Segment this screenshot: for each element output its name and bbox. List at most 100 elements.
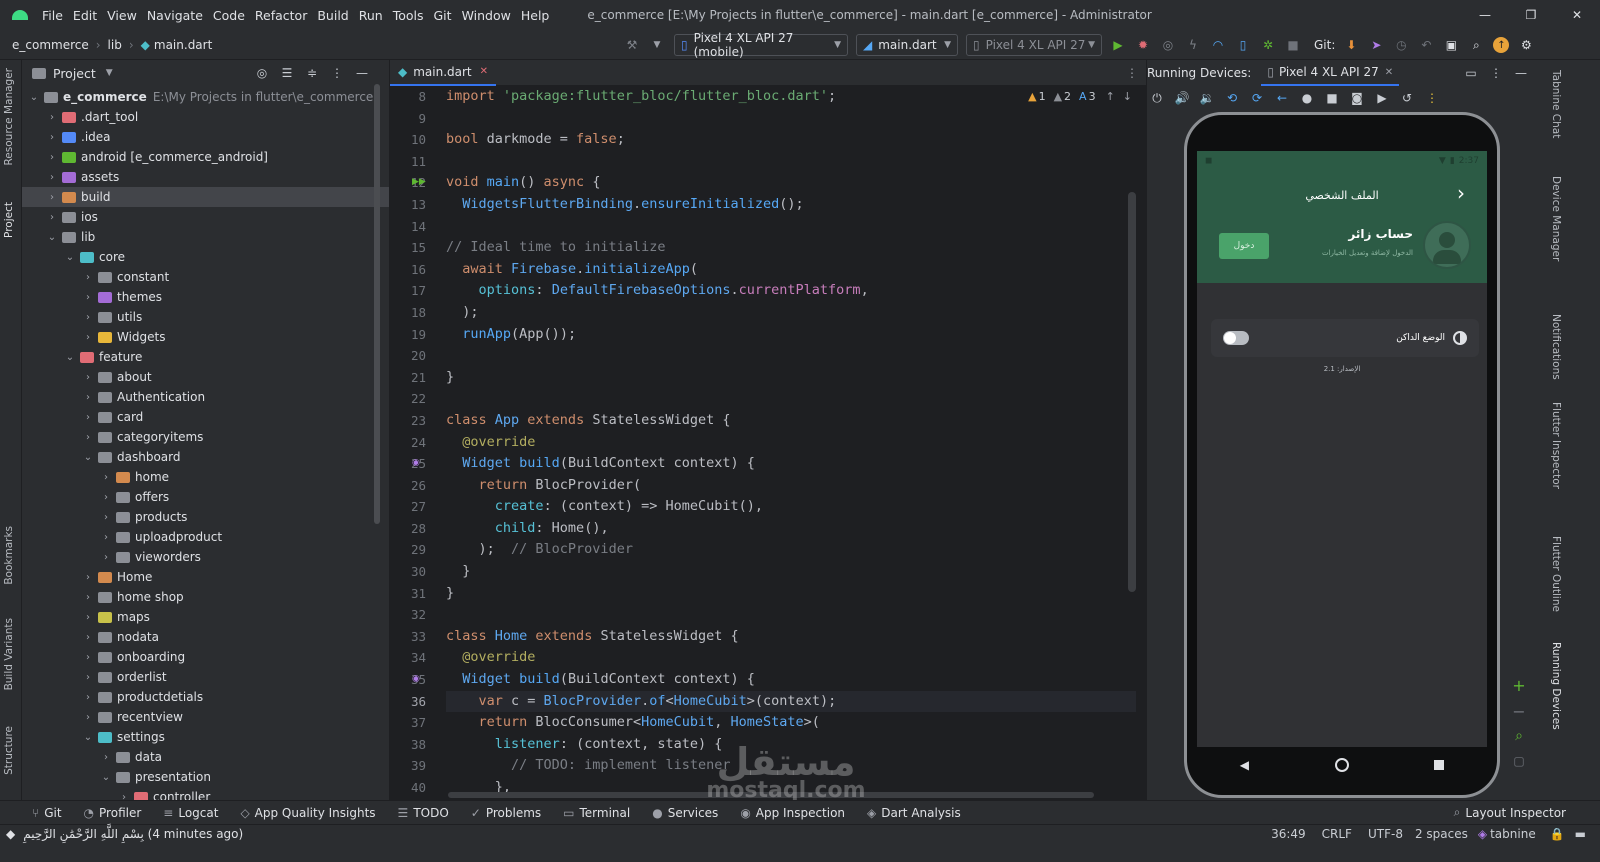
collapse-all-icon[interactable]: ≑ xyxy=(304,65,320,81)
code-line[interactable]: return BlocConsumer<HomeCubit, HomeState… xyxy=(446,712,1136,734)
dropdown-icon[interactable]: ▼ xyxy=(649,37,665,53)
expand-all-icon[interactable]: ☰ xyxy=(279,65,295,81)
device-selector[interactable]: ▯ Pixel 4 XL API 27 (mobile) ▼ xyxy=(674,31,848,59)
zoom-fit-icon[interactable]: ▢ xyxy=(1505,754,1533,780)
line-number[interactable]: 8 xyxy=(390,86,442,108)
tree-item[interactable]: › productdetials xyxy=(22,687,389,707)
line-separator[interactable]: CRLF xyxy=(1322,827,1352,841)
code-line[interactable]: listener: (context, state) { xyxy=(446,734,1136,756)
device-selector-secondary[interactable]: ▯ Pixel 4 XL API 27 ▼ xyxy=(966,34,1102,56)
rotate-left-icon[interactable]: ⟲ xyxy=(1224,90,1240,106)
tree-item[interactable]: › home shop xyxy=(22,587,389,607)
search-icon[interactable]: ⌕ xyxy=(1468,37,1484,53)
tree-item[interactable]: › onboarding xyxy=(22,647,389,667)
chevron-right-icon[interactable]: › xyxy=(100,512,112,523)
chevron-right-icon[interactable]: › xyxy=(82,332,94,343)
tree-item[interactable]: › Authentication xyxy=(22,387,389,407)
avatar[interactable] xyxy=(1423,221,1471,269)
tree-item[interactable]: › home xyxy=(22,467,389,487)
tree-item[interactable]: › android [e_commerce_android] xyxy=(22,147,389,167)
tree-item[interactable]: › orderlist xyxy=(22,667,389,687)
chevron-down-icon[interactable]: ⌄ xyxy=(28,92,40,103)
chevron-right-icon[interactable]: › xyxy=(1457,181,1465,205)
tree-item[interactable]: ⌄ dashboard xyxy=(22,447,389,467)
android-back-icon[interactable]: ◀ xyxy=(1240,758,1249,772)
code-area[interactable]: import 'package:flutter_bloc/flutter_blo… xyxy=(446,86,1136,795)
line-number[interactable]: 22 xyxy=(390,388,442,410)
login-button[interactable]: دخول xyxy=(1219,233,1269,259)
line-number[interactable]: 20 xyxy=(390,345,442,367)
tool-tab-logcat[interactable]: ≡ Logcat xyxy=(163,806,218,820)
tree-item[interactable]: › ios xyxy=(22,207,389,227)
line-number[interactable]: 30 xyxy=(390,561,442,583)
dark-mode-toggle[interactable] xyxy=(1223,331,1249,345)
tree-item[interactable]: › offers xyxy=(22,487,389,507)
menu-item-build[interactable]: Build xyxy=(317,8,348,23)
hot-reload-icon[interactable]: ϟ xyxy=(1185,37,1201,53)
structure-tab[interactable]: Structure xyxy=(3,726,15,775)
code-line[interactable]: Widget build(BuildContext context) { xyxy=(446,669,1136,691)
power-icon[interactable]: ⏻ xyxy=(1149,90,1165,106)
line-number[interactable]: 9 xyxy=(390,108,442,130)
tree-item[interactable]: ⌄ e_commerce E:\My Projects in flutter\e_c… xyxy=(22,87,389,107)
menu-item-run[interactable]: Run xyxy=(359,8,383,23)
tab-main-dart[interactable]: ◆ main.dart ✕ xyxy=(390,60,497,86)
chevron-right-icon[interactable]: › xyxy=(82,592,94,603)
layout-inspector-tab[interactable]: ⌕ Layout Inspector xyxy=(1454,805,1566,820)
android-recents-icon[interactable] xyxy=(1434,760,1445,770)
project-tab[interactable]: Project xyxy=(3,202,15,238)
line-number[interactable]: 24 xyxy=(390,432,442,454)
breadcrumb-folder[interactable]: lib xyxy=(108,38,122,52)
code-line[interactable] xyxy=(446,151,1136,173)
chevron-down-icon[interactable]: ⌄ xyxy=(82,452,94,463)
tree-item[interactable]: › .dart_tool xyxy=(22,107,389,127)
tree-item[interactable]: › constant xyxy=(22,267,389,287)
line-number[interactable]: 33 xyxy=(390,626,442,648)
android-home-icon[interactable] xyxy=(1334,758,1349,772)
tree-item[interactable]: ⌄ presentation xyxy=(22,767,389,787)
line-number[interactable]: 28 xyxy=(390,518,442,540)
chevron-right-icon[interactable]: › xyxy=(46,212,58,223)
tool-tab-services[interactable]: ● Services xyxy=(652,806,718,820)
code-line[interactable]: } xyxy=(446,583,1136,605)
code-line[interactable]: ); // BlocProvider xyxy=(446,539,1136,561)
chevron-right-icon[interactable]: › xyxy=(82,572,94,583)
flutter-outline-tab[interactable]: Flutter Outline xyxy=(1550,536,1562,612)
code-line[interactable] xyxy=(446,216,1136,238)
run-config-selector[interactable]: ◢ main.dart ▼ xyxy=(856,34,958,56)
code-line[interactable]: var c = BlocProvider.of<HomeCubit>(conte… xyxy=(446,690,1136,713)
more-options-icon[interactable]: ⋮ xyxy=(329,65,345,81)
flutter-inspector-tab[interactable]: Flutter Inspector xyxy=(1550,402,1562,489)
menu-item-view[interactable]: View xyxy=(107,8,137,23)
hide-panel-icon[interactable]: — xyxy=(1513,65,1529,81)
debug-icon[interactable]: ✹ xyxy=(1135,37,1151,53)
hammer-icon[interactable]: ⚒ xyxy=(624,37,640,53)
stop-icon[interactable]: ■ xyxy=(1285,37,1301,53)
device-manager-tab[interactable]: Device Manager xyxy=(1550,176,1562,261)
code-line[interactable] xyxy=(446,345,1136,367)
tree-item[interactable]: › build xyxy=(22,187,389,207)
build-variants-tab[interactable]: Build Variants xyxy=(3,618,15,690)
close-tab-icon[interactable]: ✕ xyxy=(480,66,488,77)
chevron-right-icon[interactable]: › xyxy=(82,292,94,303)
file-encoding[interactable]: UTF-8 xyxy=(1368,827,1403,841)
override-icon[interactable]: ◉ xyxy=(412,669,420,691)
zoom-actual-icon[interactable]: ⌕ xyxy=(1505,728,1533,754)
rotate-right-icon[interactable]: ⟳ xyxy=(1249,90,1265,106)
zoom-out-icon[interactable]: − xyxy=(1505,702,1533,728)
code-line[interactable]: child: Home(), xyxy=(446,518,1136,540)
line-number[interactable]: 32 xyxy=(390,604,442,626)
tree-item[interactable]: › assets xyxy=(22,167,389,187)
updates-icon[interactable]: ↑ xyxy=(1493,37,1510,53)
run-icon[interactable]: ▶ xyxy=(1110,37,1126,53)
status-message[interactable]: بِسْمِ اللَّهِ الرَّحْمَٰنِ الرَّحِيمِ (… xyxy=(23,827,243,841)
menu-item-window[interactable]: Window xyxy=(462,8,511,23)
code-line[interactable]: void main() async { xyxy=(446,172,1136,194)
tool-tab-terminal[interactable]: ▭ Terminal xyxy=(563,806,630,820)
chevron-right-icon[interactable]: › xyxy=(46,132,58,143)
phone-screen[interactable]: ◼ ▼ ▮ 2:37 الملف الشخصي › حساب زائر الدخ… xyxy=(1197,151,1487,747)
git-push-icon[interactable]: ➤ xyxy=(1368,37,1384,53)
line-number[interactable]: 36 xyxy=(390,691,442,713)
line-number[interactable]: 10 xyxy=(390,129,442,151)
menu-item-code[interactable]: Code xyxy=(213,8,245,23)
